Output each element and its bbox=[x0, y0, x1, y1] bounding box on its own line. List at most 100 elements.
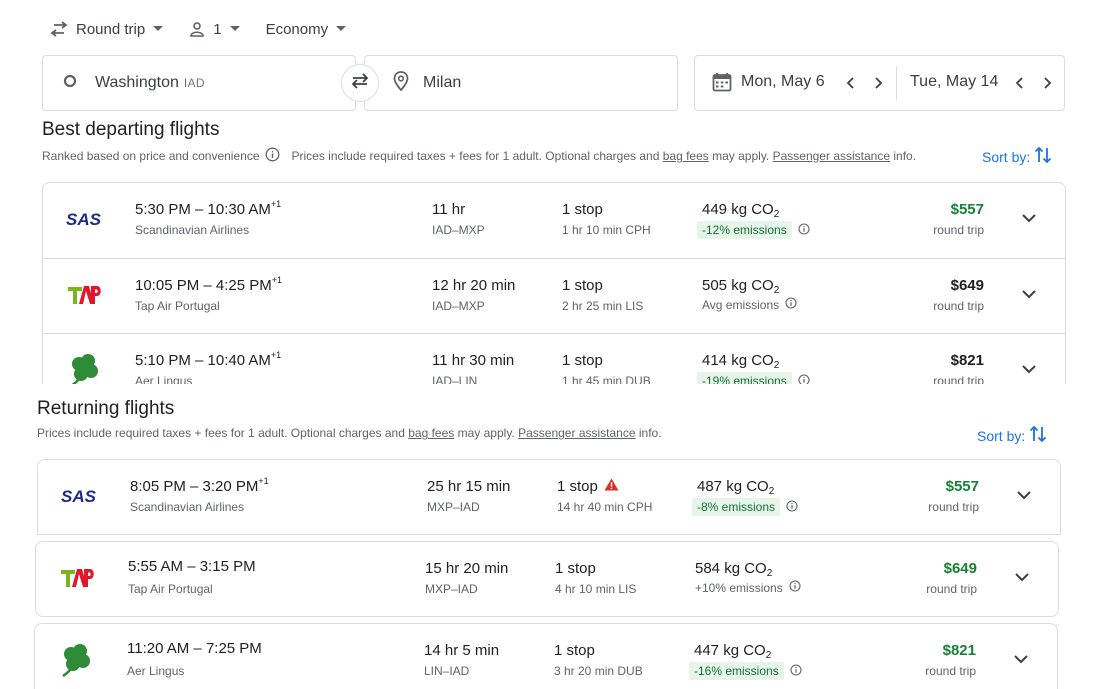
passenger-assistance-link[interactable]: Passenger assistance bbox=[518, 426, 635, 440]
price: $821 bbox=[950, 352, 984, 369]
price-type: round trip bbox=[933, 223, 984, 237]
returning-subline: Prices include required taxes + fees for… bbox=[37, 426, 662, 440]
emissions-label: -16% emissions bbox=[689, 662, 784, 680]
expand-button[interactable] bbox=[1017, 283, 1041, 307]
departing-title: Best departing flights bbox=[42, 119, 220, 140]
flight-duration: 11 hr 30 min bbox=[432, 352, 515, 369]
price-type: round trip bbox=[928, 500, 979, 514]
flight-times: 5:10 PM – 10:40 AM+1 bbox=[135, 350, 282, 369]
flight-times: 5:30 PM – 10:30 AM+1 bbox=[135, 199, 282, 218]
info-icon[interactable] bbox=[265, 147, 280, 165]
flight-row[interactable]: 5:10 PM – 10:40 AM+1 Aer Lingus 11 hr 30… bbox=[43, 333, 1065, 384]
next-day-indicator: +1 bbox=[258, 476, 269, 486]
ranked-text: Ranked based on price and convenience bbox=[42, 149, 260, 163]
price: $821 bbox=[942, 642, 976, 659]
info-icon[interactable] bbox=[780, 499, 798, 515]
next-day-indicator: +1 bbox=[270, 350, 282, 360]
sas-logo: SAS bbox=[63, 202, 107, 236]
returning-title: Returning flights bbox=[37, 398, 175, 419]
next-day-indicator: +1 bbox=[270, 199, 282, 209]
flight-duration: 15 hr 20 min bbox=[425, 560, 509, 577]
flight-row[interactable]: 10:05 PM – 4:25 PM+1 Tap Air Portugal 12… bbox=[43, 258, 1065, 333]
layover-info: 14 hr 40 min CPH bbox=[557, 500, 653, 514]
bag-fees-link[interactable]: bag fees bbox=[408, 426, 454, 440]
flight-route: IAD–MXP bbox=[432, 299, 485, 313]
svg-text:SAS: SAS bbox=[66, 211, 102, 227]
co2-value: 584 kg CO2 bbox=[695, 560, 773, 579]
flight-times: 8:05 PM – 3:20 PM+1 bbox=[130, 476, 269, 495]
warning-icon bbox=[598, 478, 619, 495]
info-icon[interactable] bbox=[784, 663, 802, 679]
stops-count: 1 stop bbox=[557, 478, 619, 495]
expand-button[interactable] bbox=[1010, 566, 1034, 590]
price-type: round trip bbox=[933, 299, 984, 313]
expand-button[interactable] bbox=[1012, 484, 1036, 508]
stops-count: 1 stop bbox=[562, 201, 603, 218]
stops-count: 1 stop bbox=[562, 277, 603, 294]
chevron-down-icon bbox=[1015, 569, 1029, 587]
info-text: info. bbox=[638, 426, 662, 440]
info-icon[interactable] bbox=[779, 297, 797, 312]
flight-row[interactable]: SAS 8:05 PM – 3:20 PM+1 Scandinavian Air… bbox=[37, 459, 1061, 535]
emissions-info: +10% emissions bbox=[695, 580, 801, 595]
layover-info: 1 hr 45 min DUB bbox=[562, 374, 651, 384]
sort-by-button[interactable]: Sort by: bbox=[982, 145, 1052, 168]
price: $649 bbox=[943, 560, 977, 577]
airline-name: Aer Lingus bbox=[127, 664, 185, 678]
stops-count: 1 stop bbox=[555, 560, 596, 577]
sort-by-label: Sort by: bbox=[982, 148, 1031, 165]
co2-value: 447 kg CO2 bbox=[694, 642, 772, 661]
flight-route: MXP–IAD bbox=[425, 582, 478, 596]
airline-name: Tap Air Portugal bbox=[128, 582, 213, 596]
flight-row[interactable]: 5:55 AM – 3:15 PM Tap Air Portugal 15 hr… bbox=[35, 541, 1059, 617]
prices-text: Prices include required taxes + fees for… bbox=[291, 149, 660, 163]
stops-count: 1 stop bbox=[562, 352, 603, 369]
emissions-label: -19% emissions bbox=[697, 372, 792, 384]
layover-info: 4 hr 10 min LIS bbox=[555, 582, 637, 596]
price-type: round trip bbox=[926, 582, 977, 596]
chevron-down-icon bbox=[1017, 487, 1031, 505]
flight-route: IAD–LIN bbox=[432, 374, 478, 384]
expand-button[interactable] bbox=[1017, 358, 1041, 382]
emissions-label: Avg emissions bbox=[702, 297, 780, 312]
prices-text: Prices include required taxes + fees for… bbox=[37, 426, 405, 440]
emissions-info: Avg emissions bbox=[702, 297, 797, 312]
may-apply-text: may apply. bbox=[457, 426, 515, 440]
passenger-assistance-link[interactable]: Passenger assistance bbox=[773, 149, 890, 163]
flight-row[interactable]: SAS 5:30 PM – 10:30 AM+1 Scandinavian Ai… bbox=[43, 183, 1065, 258]
stops-count: 1 stop bbox=[554, 642, 595, 659]
co2-value: 505 kg CO2 bbox=[702, 277, 780, 296]
layover-info: 2 hr 25 min LIS bbox=[562, 299, 644, 313]
info-icon[interactable] bbox=[792, 373, 810, 384]
sort-by-button[interactable]: Sort by: bbox=[977, 424, 1047, 447]
airline-name: Scandinavian Airlines bbox=[135, 223, 250, 237]
tap-logo bbox=[56, 561, 100, 595]
info-text: info. bbox=[893, 149, 917, 163]
departing-subline: Ranked based on price and convenience Pr… bbox=[42, 147, 916, 165]
bag-fees-link[interactable]: bag fees bbox=[663, 149, 709, 163]
airline-name: Scandinavian Airlines bbox=[130, 500, 245, 514]
chevron-down-icon bbox=[1022, 286, 1036, 304]
expand-button[interactable] bbox=[1017, 207, 1041, 231]
flight-times: 5:55 AM – 3:15 PM bbox=[128, 558, 256, 575]
sort-icon bbox=[1025, 424, 1047, 447]
co2-value: 487 kg CO2 bbox=[697, 478, 775, 497]
info-icon[interactable] bbox=[792, 222, 810, 238]
emissions-info: -16% emissions bbox=[689, 662, 802, 680]
sort-icon bbox=[1030, 145, 1052, 168]
airline-name: Tap Air Portugal bbox=[135, 299, 220, 313]
flight-times: 11:20 AM – 7:25 PM bbox=[127, 640, 262, 657]
info-icon[interactable] bbox=[783, 580, 801, 595]
chevron-down-icon bbox=[1022, 361, 1036, 379]
expand-button[interactable] bbox=[1009, 648, 1033, 672]
layover-info: 1 hr 10 min CPH bbox=[562, 223, 651, 237]
flight-route: LIN–IAD bbox=[424, 664, 470, 678]
flight-row[interactable]: 11:20 AM – 7:25 PM Aer Lingus 14 hr 5 mi… bbox=[34, 623, 1058, 689]
flight-duration: 14 hr 5 min bbox=[424, 642, 500, 659]
chevron-down-icon bbox=[1022, 210, 1036, 228]
swap-locations-button[interactable] bbox=[341, 64, 379, 102]
svg-text:SAS: SAS bbox=[61, 488, 97, 504]
sas-logo: SAS bbox=[58, 479, 102, 513]
flight-route: MXP–IAD bbox=[427, 500, 480, 514]
shamrock-logo bbox=[55, 643, 99, 678]
